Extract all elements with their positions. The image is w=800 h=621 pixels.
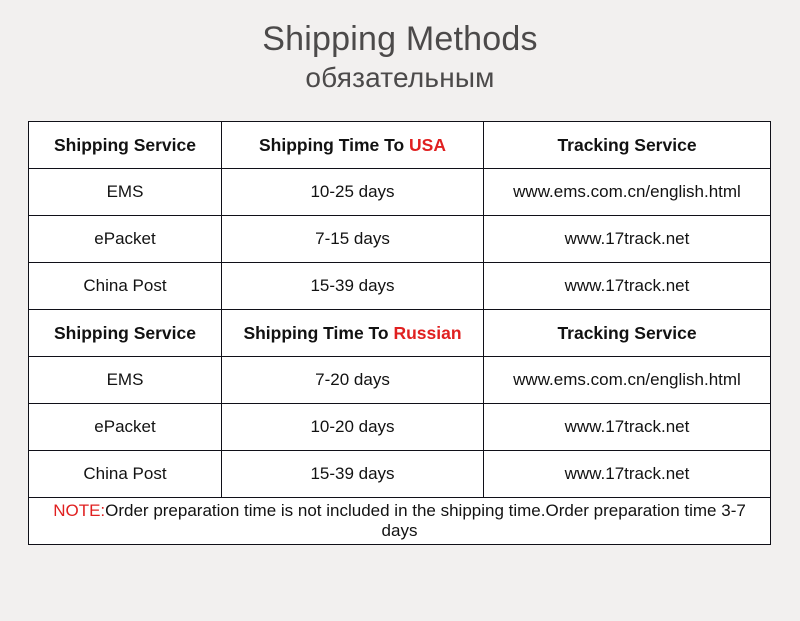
cell-service: EMS <box>28 356 222 404</box>
cell-service: ePacket <box>28 215 222 263</box>
cell-time: 10-25 days <box>221 168 484 216</box>
cell-tracking-url[interactable]: www.17track.net <box>483 450 771 498</box>
page-subtitle: обязательным <box>305 62 495 93</box>
title-block: Shipping Methods обязательным <box>0 0 800 96</box>
cell-tracking-url[interactable]: www.ems.com.cn/english.html <box>483 356 771 404</box>
note-cell: NOTE:Order preparation time is not inclu… <box>28 497 771 545</box>
header-shipping-service-russian: Shipping Service <box>28 309 222 357</box>
table-header-row-russian: Shipping Service Shipping Time To Russia… <box>28 309 771 357</box>
note-label: NOTE: <box>53 501 106 520</box>
cell-tracking-url[interactable]: www.ems.com.cn/english.html <box>483 168 771 216</box>
cell-time: 7-20 days <box>221 356 484 404</box>
page-title: Shipping Methods <box>262 20 538 58</box>
header-tracking-service-russian: Tracking Service <box>483 309 771 357</box>
table-row: EMS 10-25 days www.ems.com.cn/english.ht… <box>28 168 771 216</box>
table-header-row-usa: Shipping Service Shipping Time To USA Tr… <box>28 121 771 169</box>
table-row: ePacket 7-15 days www.17track.net <box>28 215 771 263</box>
shipping-table-wrapper: Shipping Service Shipping Time To USA Tr… <box>28 121 771 545</box>
header-shipping-service-usa: Shipping Service <box>28 121 222 169</box>
header-shipping-time-russian: Shipping Time To Russian <box>221 309 484 357</box>
cell-service: ePacket <box>28 403 222 451</box>
note-text: Order preparation time is not included i… <box>105 501 746 540</box>
cell-time: 10-20 days <box>221 403 484 451</box>
cell-time: 7-15 days <box>221 215 484 263</box>
header-destination-russian: Russian <box>393 322 462 343</box>
header-tracking-service-usa: Tracking Service <box>483 121 771 169</box>
shipping-methods-table: Shipping Service Shipping Time To USA Tr… <box>28 121 771 545</box>
table-row: ePacket 10-20 days www.17track.net <box>28 403 771 451</box>
cell-time: 15-39 days <box>221 450 484 498</box>
table-note-row: NOTE:Order preparation time is not inclu… <box>28 497 771 545</box>
cell-service: China Post <box>28 450 222 498</box>
table-row: China Post 15-39 days www.17track.net <box>28 450 771 498</box>
header-shipping-time-usa: Shipping Time To USA <box>221 121 484 169</box>
cell-tracking-url[interactable]: www.17track.net <box>483 403 771 451</box>
table-row: China Post 15-39 days www.17track.net <box>28 262 771 310</box>
header-destination-usa: USA <box>409 134 446 155</box>
header-shipping-time-prefix-usa: Shipping Time To <box>259 134 410 155</box>
shipping-methods-page: Shipping Methods обязательным Shipping S… <box>0 0 800 621</box>
cell-time: 15-39 days <box>221 262 484 310</box>
header-shipping-time-prefix-russian: Shipping Time To <box>243 322 394 343</box>
cell-tracking-url[interactable]: www.17track.net <box>483 262 771 310</box>
cell-tracking-url[interactable]: www.17track.net <box>483 215 771 263</box>
cell-service: EMS <box>28 168 222 216</box>
cell-service: China Post <box>28 262 222 310</box>
table-row: EMS 7-20 days www.ems.com.cn/english.htm… <box>28 356 771 404</box>
